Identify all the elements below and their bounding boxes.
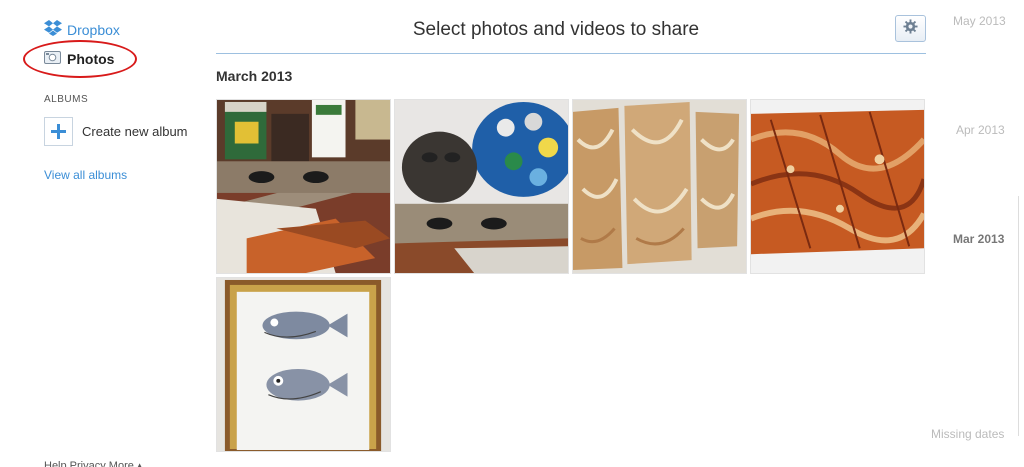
sidebar-item-photos[interactable]: Photos: [44, 51, 114, 67]
photo-image: [217, 278, 390, 451]
view-all-albums-link[interactable]: View all albums: [44, 168, 127, 182]
timeline-missing-dates[interactable]: Missing dates: [931, 427, 1004, 441]
sidebar: Dropbox Photos ALBUMS Create new album V…: [0, 0, 205, 467]
footer-links[interactable]: Help Privacy More ▴: [44, 459, 142, 467]
dropbox-icon: [44, 20, 62, 39]
create-album-label: Create new album: [82, 124, 188, 139]
sidebar-item-dropbox[interactable]: Dropbox: [44, 20, 120, 39]
page-title: Select photos and videos to share: [412, 19, 700, 40]
gear-icon: [903, 18, 918, 39]
create-album-button[interactable]: Create new album: [44, 117, 188, 146]
photo-image: [217, 100, 390, 273]
timeline-item-may-2013[interactable]: May 2013: [953, 14, 1006, 28]
header-divider: [216, 53, 926, 54]
plus-icon: [44, 117, 73, 146]
scrollbar[interactable]: [1018, 196, 1024, 436]
photo-thumbnail[interactable]: [394, 99, 569, 274]
photo-thumbnail[interactable]: [216, 99, 391, 274]
albums-heading: ALBUMS: [44, 94, 89, 105]
sidebar-item-label: Photos: [67, 51, 115, 67]
main-content: Select photos and videos to share March …: [216, 0, 926, 467]
photo-thumbnail[interactable]: [572, 99, 747, 274]
photo-thumbnail[interactable]: [750, 99, 925, 274]
section-title: March 2013: [216, 68, 293, 84]
photo-image: [395, 100, 568, 273]
sidebar-item-label: Dropbox: [67, 21, 120, 38]
photo-thumbnail[interactable]: [216, 277, 391, 452]
photos-icon: [44, 51, 61, 67]
photo-image: [573, 100, 746, 273]
timeline-item-apr-2013[interactable]: Apr 2013: [956, 123, 1005, 137]
settings-button[interactable]: [895, 15, 926, 42]
timeline-item-mar-2013[interactable]: Mar 2013: [953, 232, 1004, 246]
photo-image: [751, 100, 924, 273]
